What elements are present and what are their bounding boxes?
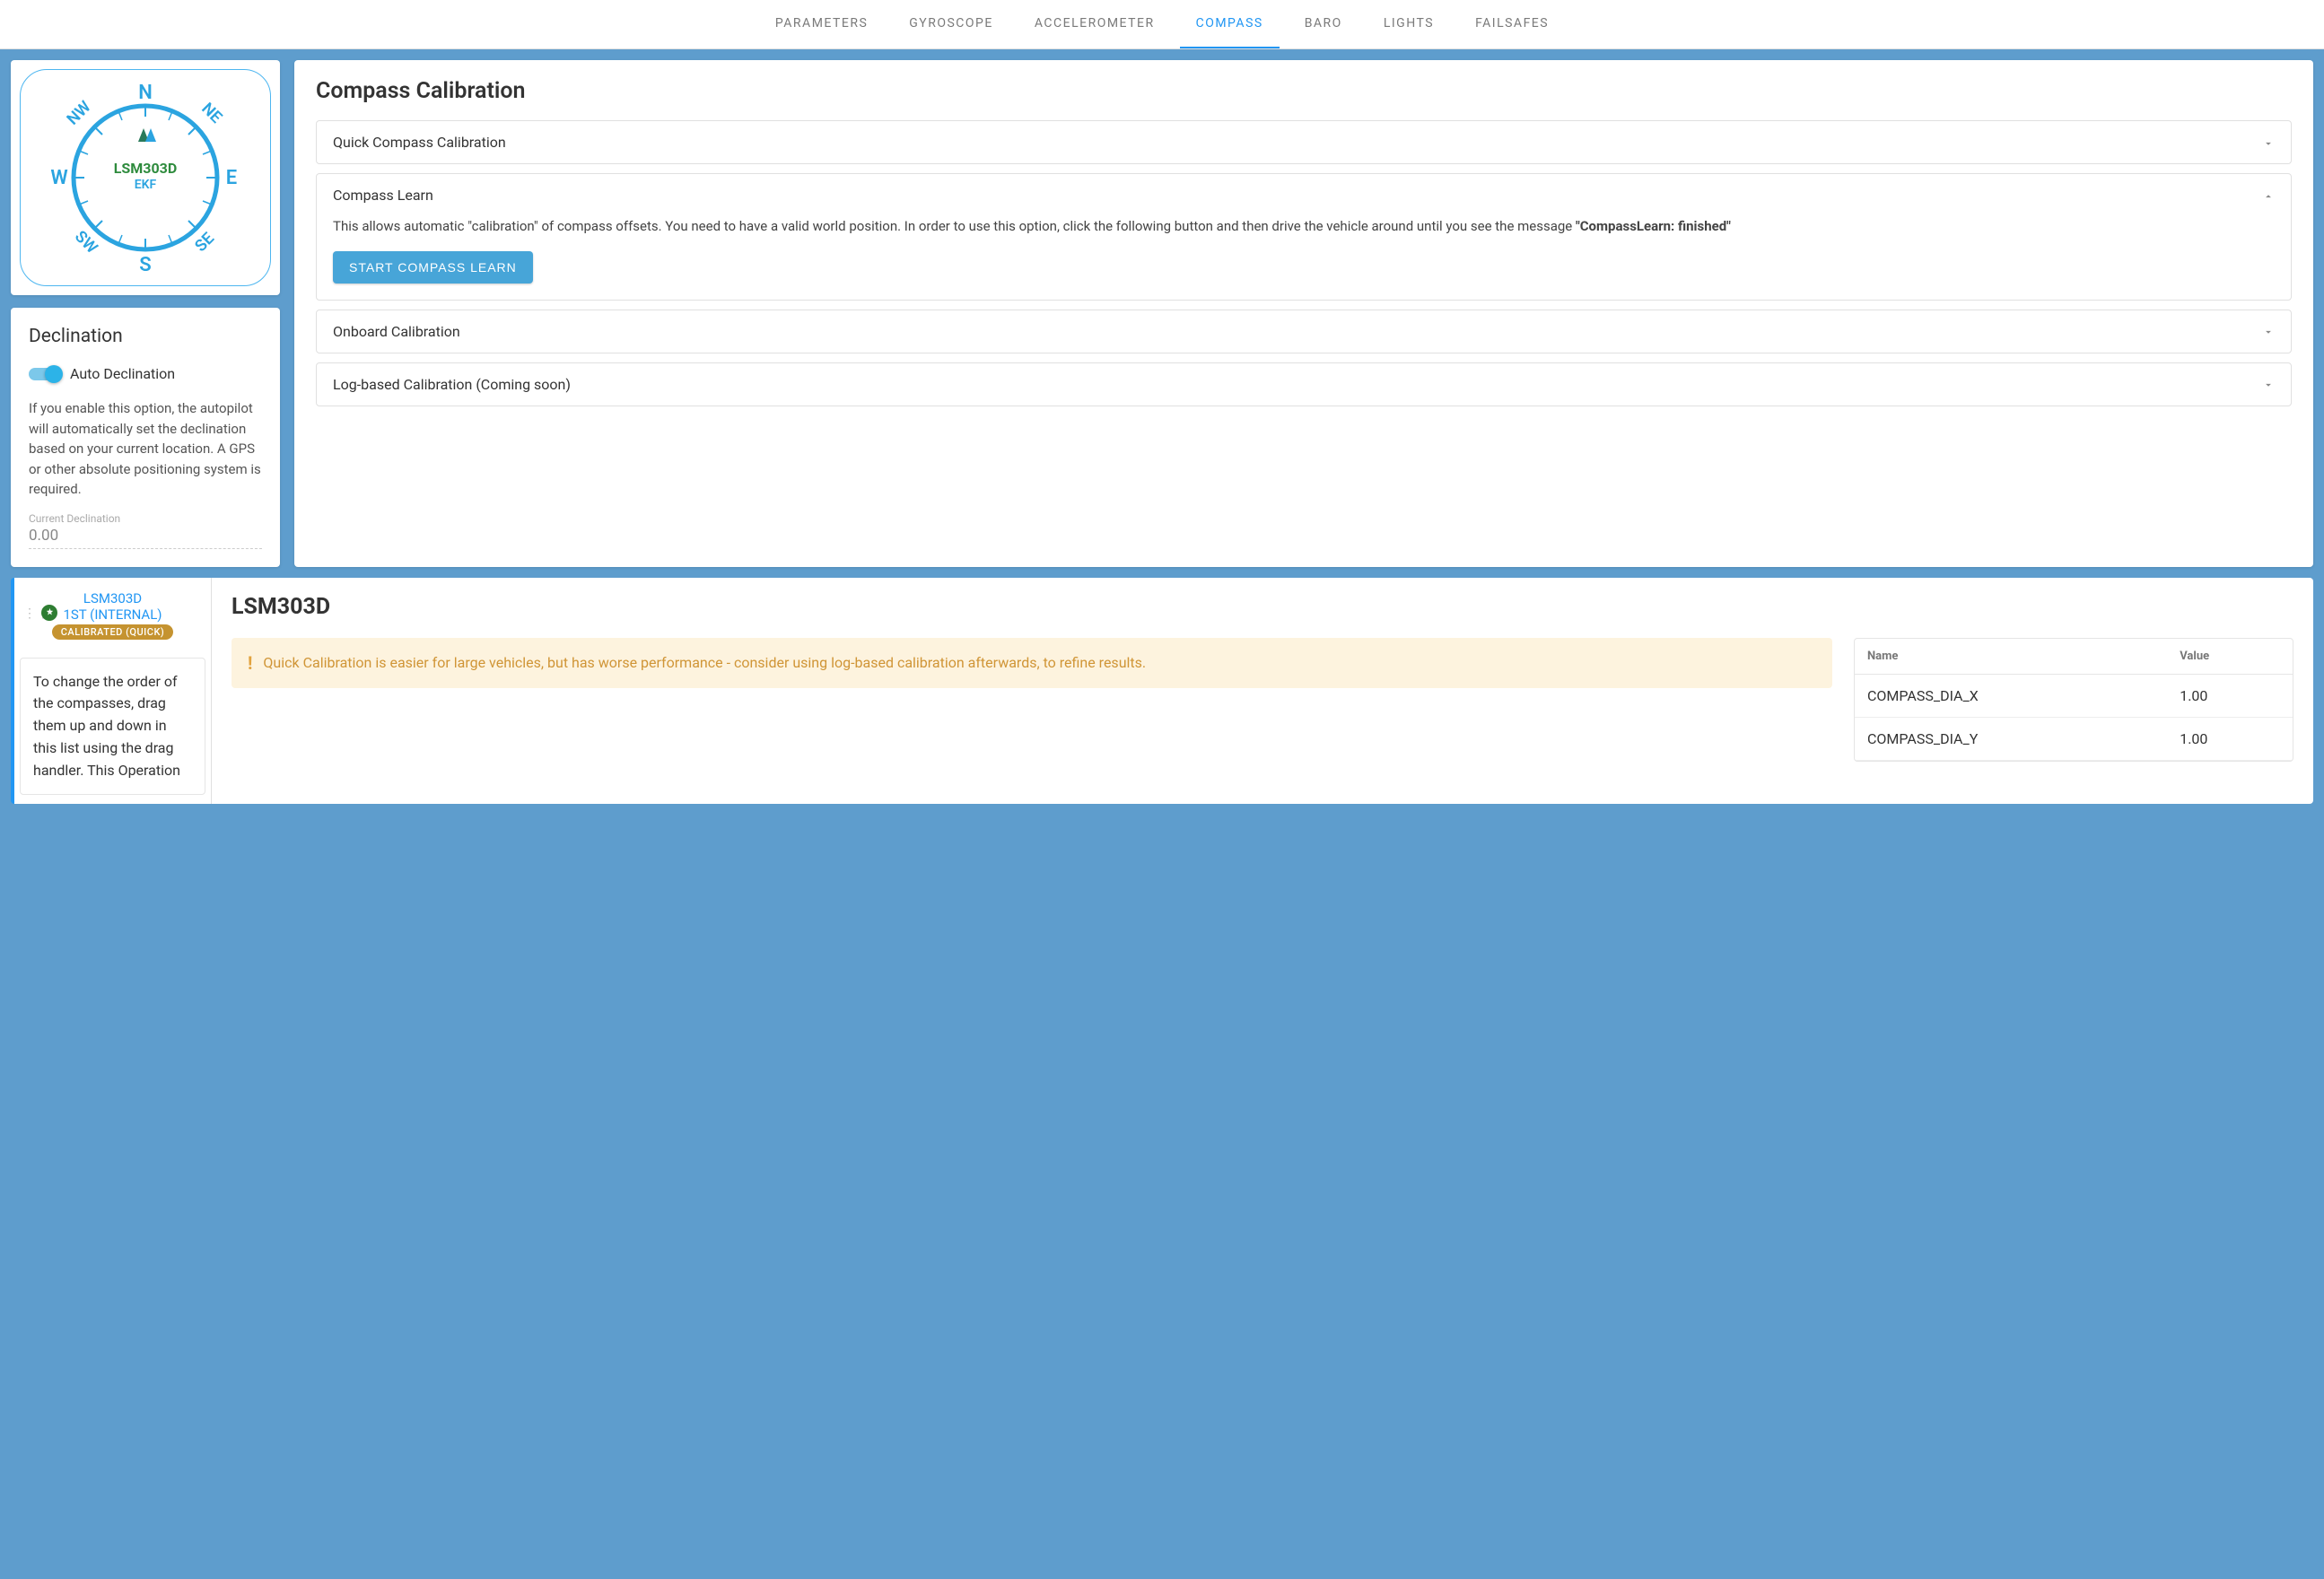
accordion-title-onboard: Onboard Calibration (333, 323, 460, 340)
svg-text:N: N (138, 82, 153, 104)
tab-lights[interactable]: LIGHTS (1367, 0, 1450, 48)
tab-compass[interactable]: COMPASS (1180, 0, 1280, 48)
sidebar: N S W E NW NE SW SE LSM303D (11, 60, 280, 567)
chevron-down-icon (2262, 325, 2275, 337)
accordion-title-learn: Compass Learn (333, 187, 433, 204)
calibration-card: Compass Calibration Quick Compass Calibr… (294, 60, 2313, 567)
svg-text:E: E (226, 167, 237, 189)
compass-list-item[interactable]: ⋮⋮ LSM303D 1ST (INTERNAL) CALIBRATED (QU… (20, 587, 205, 643)
current-declination-value: 0.00 (29, 527, 262, 549)
tab-gyroscope[interactable]: GYROSCOPE (893, 0, 1009, 48)
compass-status-icon (41, 605, 57, 621)
accordion-header-quick[interactable]: Quick Compass Calibration (317, 121, 2291, 163)
compass-detail-title: LSM303D (232, 594, 2293, 620)
chevron-up-icon (2262, 189, 2275, 202)
accordion-header-learn[interactable]: Compass Learn (317, 174, 2291, 216)
reorder-instructions: To change the order of the compasses, dr… (20, 658, 205, 796)
tab-accelerometer[interactable]: ACCELEROMETER (1018, 0, 1171, 48)
compass-visual-card: N S W E NW NE SW SE LSM303D (11, 60, 280, 295)
compass-mode-label: EKF (135, 178, 157, 192)
accordion-log-based-calibration: Log-based Calibration (Coming soon) (316, 362, 2292, 406)
tabs-bar: PARAMETERS GYROSCOPE ACCELEROMETER COMPA… (0, 0, 2324, 49)
compass-rose: N S W E NW NE SW SE LSM303D (20, 69, 271, 286)
tab-baro[interactable]: BARO (1289, 0, 1359, 48)
tab-failsafes[interactable]: FAILSAFES (1459, 0, 1565, 48)
chevron-down-icon (2262, 136, 2275, 149)
accordion-onboard-calibration: Onboard Calibration (316, 310, 2292, 353)
accordion-title-logbased: Log-based Calibration (Coming soon) (333, 376, 571, 393)
accordion-compass-learn: Compass Learn This allows automatic "cal… (316, 173, 2292, 301)
param-name: COMPASS_DIA_X (1855, 674, 2167, 717)
table-header-name: Name (1855, 639, 2167, 675)
warning-icon: ! (248, 652, 252, 674)
compass-learn-description: This allows automatic "calibration" of c… (333, 216, 2275, 237)
accordion-quick-calibration: Quick Compass Calibration (316, 120, 2292, 164)
param-value: 1.00 (2167, 717, 2293, 760)
accordion-title-quick: Quick Compass Calibration (333, 134, 506, 151)
table-row: COMPASS_DIA_Y 1.00 (1855, 717, 2293, 760)
param-name: COMPASS_DIA_Y (1855, 717, 2167, 760)
svg-text:NW: NW (64, 97, 95, 128)
param-value: 1.00 (2167, 674, 2293, 717)
main-area: N S W E NW NE SW SE LSM303D (0, 49, 2324, 815)
svg-text:SE: SE (191, 229, 218, 256)
chevron-down-icon (2262, 378, 2275, 390)
accordion-header-logbased[interactable]: Log-based Calibration (Coming soon) (317, 363, 2291, 406)
compass-list: ⋮⋮ LSM303D 1ST (INTERNAL) CALIBRATED (QU… (14, 578, 212, 805)
auto-declination-toggle[interactable] (29, 368, 61, 380)
calibration-warning: ! Quick Calibration is easier for large … (232, 638, 1832, 688)
declination-description: If you enable this option, the autopilot… (29, 398, 262, 500)
warning-text: Quick Calibration is easier for large ve… (263, 652, 1146, 674)
declination-card: Declination Auto Declination If you enab… (11, 308, 280, 567)
accordion-body-learn: This allows automatic "calibration" of c… (317, 216, 2291, 300)
compass-item-name: LSM303D (23, 590, 202, 606)
declination-title: Declination (29, 326, 262, 347)
start-compass-learn-button[interactable]: START COMPASS LEARN (333, 251, 533, 284)
compass-detail-card: ⋮⋮ LSM303D 1ST (INTERNAL) CALIBRATED (QU… (11, 578, 2313, 805)
current-declination-label: Current Declination (29, 512, 262, 525)
table-header-value: Value (2167, 639, 2293, 675)
compass-calibration-pill: CALIBRATED (QUICK) (52, 624, 174, 640)
auto-declination-label: Auto Declination (70, 365, 175, 382)
tab-parameters[interactable]: PARAMETERS (759, 0, 884, 48)
svg-text:W: W (50, 167, 67, 189)
compass-device-label: LSM303D (114, 160, 177, 177)
table-row: COMPASS_DIA_X 1.00 (1855, 674, 2293, 717)
top-row: N S W E NW NE SW SE LSM303D (11, 60, 2313, 567)
compass-detail: LSM303D ! Quick Calibration is easier fo… (212, 578, 2313, 805)
svg-text:S: S (139, 254, 151, 276)
compass-param-table: Name Value COMPASS_DIA_X 1.00 COMPASS_DI… (1854, 638, 2293, 762)
calibration-title: Compass Calibration (316, 78, 2292, 104)
accordion-header-onboard[interactable]: Onboard Calibration (317, 310, 2291, 353)
svg-text:NE: NE (197, 100, 225, 127)
